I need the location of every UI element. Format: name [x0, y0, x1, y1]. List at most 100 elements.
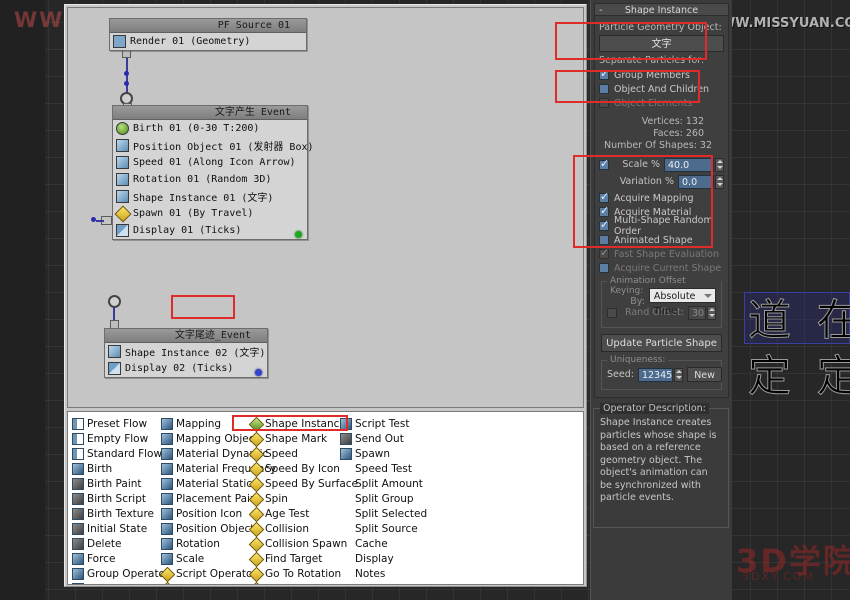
operator-row-speed[interactable]: Speed 01 (Along Icon Arrow) [113, 154, 307, 171]
operator-row-spawn[interactable]: Spawn 01 (By Travel) [113, 205, 307, 222]
node-event-birth[interactable]: 文字产生 Event Birth 01 (0-30 T:200) Positio… [112, 105, 314, 240]
chevron-down-icon[interactable] [704, 294, 712, 298]
checkbox-object-elements [599, 98, 609, 108]
collapse-icon[interactable]: - [599, 4, 603, 17]
node-title-event-birth[interactable]: 文字产生 Event [113, 106, 307, 120]
operator-row-display-2[interactable]: Display 02 (Ticks) [105, 360, 267, 377]
depot-item-notes[interactable]: Notes [340, 566, 427, 581]
operator-row-rotation[interactable]: Rotation 01 (Random 3D) [113, 171, 307, 188]
birth-script-icon [72, 492, 84, 505]
depot-item-initial-state[interactable]: Initial State [72, 521, 171, 536]
position-object-icon [161, 522, 173, 535]
rollout-header-shape-instance[interactable]: - Shape Instance [594, 3, 729, 16]
display-color-dot[interactable] [295, 231, 302, 238]
depot-item-birth-script[interactable]: Birth Script [72, 491, 171, 506]
depot-item-delete[interactable]: Delete [72, 536, 171, 551]
depot-item-label: Force [87, 552, 116, 565]
depot-item-split-amount[interactable]: Split Amount [340, 476, 427, 491]
depot-item-label: Scale [176, 552, 205, 565]
operator-row-shape-instance-2[interactable]: Shape Instance 02 (文字) [105, 343, 267, 360]
operator-row-shape-instance[interactable]: Shape Instance 01 (文字) [113, 188, 307, 205]
operator-row-birth[interactable]: Birth 01 (0-30 T:200) [113, 120, 307, 137]
depot-item-spawn[interactable]: Spawn [340, 446, 427, 461]
new-seed-button[interactable]: New [687, 367, 722, 382]
checkbox-acquire-material[interactable] [599, 205, 609, 217]
depot-item-label: Lock/Bond [265, 583, 319, 585]
checkbox-label: Object And Children [614, 83, 710, 95]
depot-item-label: Render [355, 583, 392, 585]
find-target-icon [250, 553, 262, 565]
rotation-icon [116, 173, 129, 186]
checkbox-multi-shape-random-order[interactable] [599, 219, 609, 231]
depot-item-cache[interactable]: Cache [340, 536, 427, 551]
none [340, 583, 352, 585]
depot-item-split-group[interactable]: Split Group [340, 491, 427, 506]
depot-item-label: Split Source [355, 522, 418, 535]
depot-item-display[interactable]: Display [340, 551, 427, 566]
node-title-pf-source[interactable]: PF Source 01 [110, 19, 306, 33]
scale-spinner[interactable] [715, 157, 724, 172]
checkbox-acquire-mapping[interactable] [599, 191, 609, 203]
operator-row-position-object[interactable]: Position Object 01 (发射器 Box) [113, 137, 314, 154]
depot-item-preset-flow[interactable]: Preset Flow [72, 416, 171, 431]
sync-by-select[interactable]: Absolute Time [648, 288, 716, 317]
depot-item-label: Mapping Object [176, 432, 259, 445]
checkbox-row-acquire-current-shape: Acquire Current Shape [599, 261, 724, 275]
operator-depot[interactable]: Preset Flow Empty Flow Standard Flow Birth B… [67, 411, 584, 585]
empty-flow-icon [72, 432, 84, 445]
depot-item-speed-test[interactable]: Speed Test [340, 461, 427, 476]
none [340, 463, 352, 475]
display-color-dot[interactable] [255, 369, 262, 376]
wire-dot-2 [124, 81, 129, 86]
node-title-event-trail[interactable]: 文字尾迹_Event [105, 329, 267, 343]
variation-spinner[interactable] [715, 174, 724, 189]
depot-item-split-source[interactable]: Split Source [340, 521, 427, 536]
seed-row[interactable]: Seed: 12345 New [607, 367, 722, 382]
depot-item-split-selected[interactable]: Split Selected [340, 506, 427, 521]
none [340, 523, 352, 535]
depot-item-birth-texture[interactable]: Birth Texture [72, 506, 171, 521]
variation-row[interactable]: Variation % 0.0 [599, 174, 724, 189]
depot-item-standard-flow[interactable]: Standard Flow [72, 446, 171, 461]
particle-geometry-object-button[interactable]: 文字 [599, 35, 724, 52]
depot-item-force[interactable]: Force [72, 551, 171, 566]
scale-input[interactable]: 40.0 [664, 157, 714, 172]
checkbox-animated-shape[interactable] [599, 235, 609, 245]
checkbox-row-group-members[interactable]: Group Members [599, 68, 724, 82]
operator-row-display[interactable]: Display 01 (Ticks) [113, 222, 307, 239]
node-event-trail[interactable]: 文字尾迹_Event Shape Instance 02 (文字) Displa… [104, 328, 268, 378]
checkbox-object-and-children[interactable] [599, 84, 609, 94]
depot-item-group-operator[interactable]: Group Operator [72, 566, 171, 581]
checkbox-row-object-and-children[interactable]: Object And Children [599, 82, 724, 96]
depot-item-render[interactable]: Render [340, 581, 427, 585]
update-particle-shape-button[interactable]: Update Particle Shape [601, 334, 722, 352]
checkbox-label: Acquire Current Shape [614, 262, 722, 274]
particle-flow-canvas[interactable]: PF Source 01 Render 01 (Geometry) 文字产生 E… [67, 7, 584, 408]
depot-item-send-out[interactable]: Send Out [340, 431, 427, 446]
seed-spinner[interactable] [674, 367, 684, 382]
none [340, 493, 352, 505]
operator-row-render[interactable]: Render 01 (Geometry) [110, 33, 306, 50]
operator-description-box: Operator Description: Shape Instance cre… [593, 403, 729, 528]
birth-texture-icon [72, 507, 84, 520]
node-pf-source[interactable]: PF Source 01 Render 01 (Geometry) [109, 18, 307, 51]
checkbox-group-members[interactable] [599, 68, 609, 80]
depot-item-script-test[interactable]: Script Test [340, 416, 427, 431]
depot-item-empty-flow[interactable]: Empty Flow [72, 431, 171, 446]
depot-item-label: Speed By Icon [265, 462, 340, 475]
annotation-box-trail-event [171, 295, 235, 319]
scale-row[interactable]: Scale % 40.0 [599, 157, 724, 172]
depot-item-label: Go To Rotation [265, 567, 342, 580]
checkbox-row-acquire-mapping[interactable]: Acquire Mapping [599, 191, 724, 205]
depot-item-group-selection[interactable]: Group Selection [72, 581, 171, 584]
particle-view-window[interactable]: PF Source 01 Render 01 (Geometry) 文字产生 E… [64, 4, 587, 587]
checkbox-scale-enable[interactable] [599, 158, 609, 170]
depot-item-label: Group Operator [87, 567, 170, 580]
seed-input[interactable]: 12345 [637, 367, 674, 382]
depot-item-label: Send Out [355, 432, 404, 445]
depot-item-birth-paint[interactable]: Birth Paint [72, 476, 171, 491]
variation-input[interactable]: 0.0 [678, 174, 714, 189]
depot-item-birth[interactable]: Birth [72, 461, 171, 476]
checkbox-row-multi-shape-random-order[interactable]: Multi-Shape Random Order [599, 215, 724, 237]
delete-icon [72, 537, 84, 550]
